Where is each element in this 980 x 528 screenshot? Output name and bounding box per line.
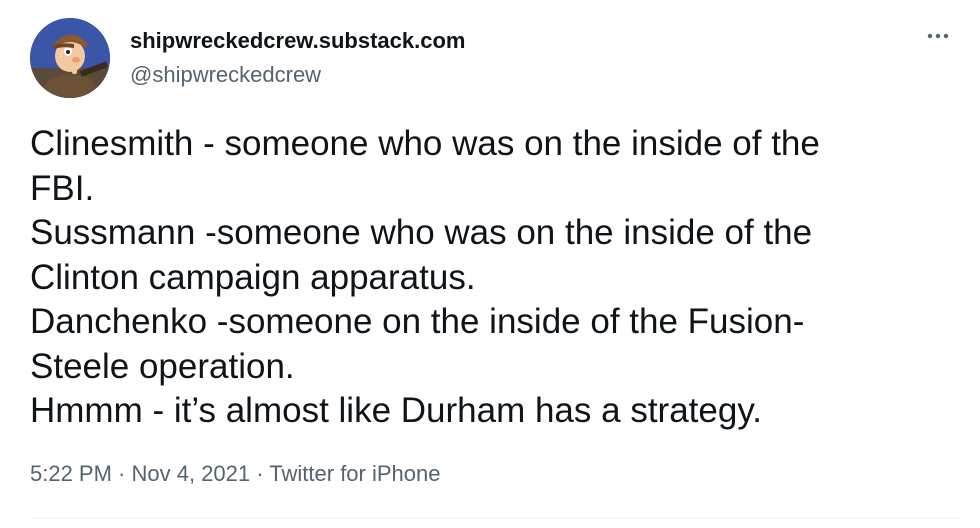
tweet-text-line: Sussmann -someone who was on the inside … bbox=[30, 213, 813, 252]
tweet-text-line: Hmmm - it’s almost like Durham has a str… bbox=[30, 391, 762, 430]
more-options-button[interactable] bbox=[924, 22, 952, 50]
tweet-text-line: Clinesmith - someone who was on the insi… bbox=[30, 124, 820, 163]
tweet-text-line: Clinton campaign apparatus. bbox=[30, 257, 476, 297]
tweet-source[interactable]: Twitter for iPhone bbox=[269, 461, 440, 486]
tweet-text-line: FBI. bbox=[30, 168, 95, 208]
tweet-text-line: Steele operation. bbox=[30, 346, 295, 386]
user-handle[interactable]: @shipwreckedcrew bbox=[130, 62, 321, 88]
meta-separator: · bbox=[111, 461, 132, 486]
display-name[interactable]: shipwreckedcrew.substack.com bbox=[130, 28, 465, 54]
tweet-date[interactable]: Nov 4, 2021 bbox=[132, 461, 251, 486]
tweet-card: shipwreckedcrew.substack.com @shipwrecke… bbox=[0, 0, 980, 528]
cartoon-hunter-avatar-icon bbox=[30, 18, 110, 98]
tweet-time[interactable]: 5:22 PM bbox=[30, 461, 112, 486]
more-horizontal-icon bbox=[927, 33, 949, 39]
tweet-text: Clinesmith - someone who was on the insi… bbox=[30, 122, 930, 434]
tweet-text-line: Danchenko -someone on the inside of the … bbox=[30, 302, 805, 341]
divider bbox=[30, 518, 960, 519]
meta-separator: · bbox=[250, 461, 270, 486]
tweet-metadata: 5:22 PM · Nov 4, 2021 · Twitter for iPho… bbox=[30, 461, 440, 487]
avatar[interactable] bbox=[30, 18, 110, 98]
